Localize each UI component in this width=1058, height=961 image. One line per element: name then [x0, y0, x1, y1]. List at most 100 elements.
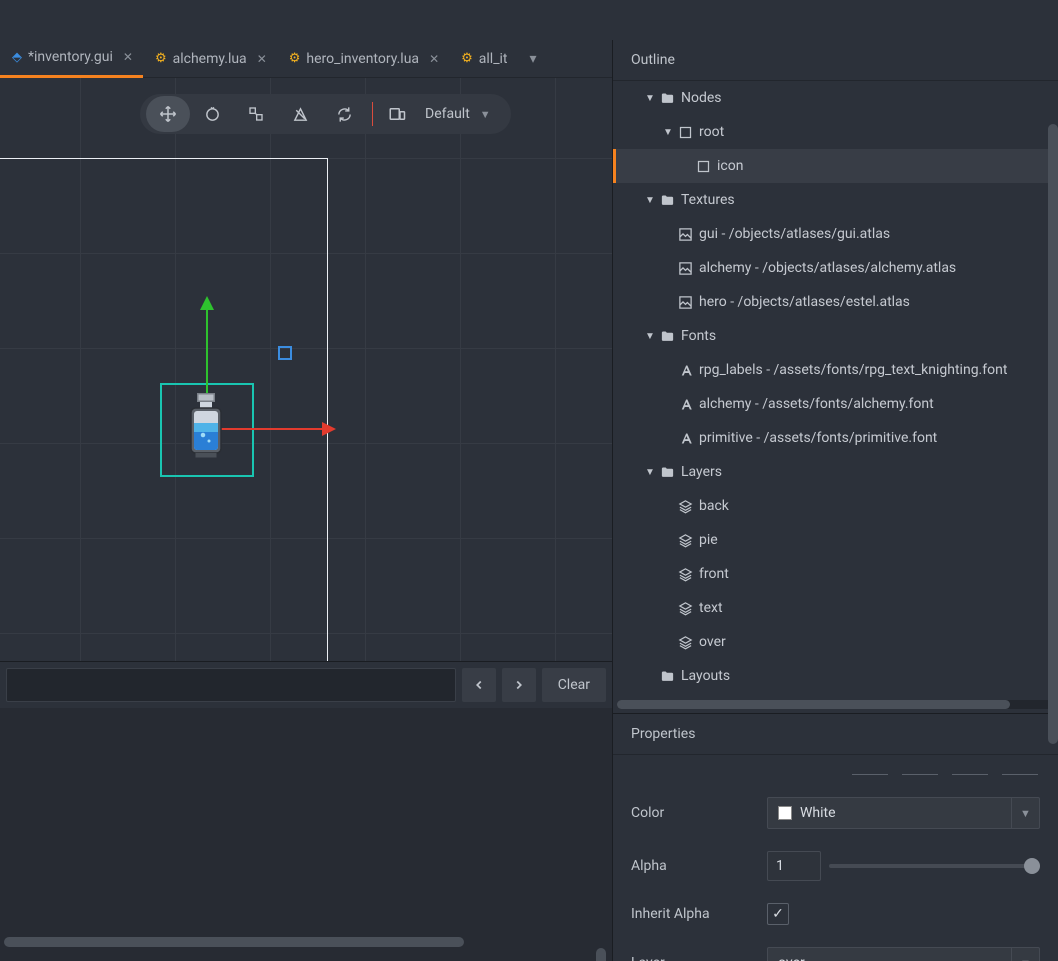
close-icon[interactable]: ✕ — [123, 50, 133, 64]
layer-select[interactable]: over ▼ — [767, 947, 1040, 961]
alpha-input[interactable]: 1 — [767, 851, 821, 881]
console-clear-button[interactable]: Clear — [542, 668, 606, 702]
close-icon[interactable]: ✕ — [429, 52, 439, 66]
tree-label: icon — [717, 158, 743, 174]
tool-scale[interactable] — [234, 96, 278, 132]
tab-all-it[interactable]: ⚙ all_it — [449, 40, 517, 78]
tool-refresh[interactable] — [322, 96, 366, 132]
tree-row-over[interactable]: over — [613, 625, 1058, 659]
expand-icon[interactable]: ▼ — [643, 195, 657, 206]
chevron-down-icon: ▼ — [1011, 798, 1039, 828]
editor-tabs: ⬘ *inventory.gui ✕ ⚙ alchemy.lua ✕ ⚙ her… — [0, 40, 612, 78]
tree-label: Layouts — [681, 668, 730, 684]
font-icon — [675, 431, 695, 446]
color-swatch — [778, 806, 792, 820]
layout-label: Default — [425, 106, 470, 122]
tree-label: front — [699, 566, 729, 582]
tree-row-textures[interactable]: ▼ Textures — [613, 183, 1058, 217]
image-icon — [675, 295, 695, 310]
tool-move[interactable] — [146, 96, 190, 132]
tab-alchemy-lua[interactable]: ⚙ alchemy.lua ✕ — [143, 40, 277, 78]
console-prev-button[interactable] — [462, 668, 496, 702]
tree-row-pie[interactable]: pie — [613, 523, 1058, 557]
color-label: Color — [631, 805, 767, 821]
cube-icon: ⬘ — [12, 50, 22, 65]
tree-label: back — [699, 498, 729, 514]
tree-label: hero - /objects/atlases/estel.atlas — [699, 294, 910, 310]
chevron-down-icon: ▼ — [1011, 948, 1039, 961]
console-input[interactable] — [6, 668, 456, 702]
tree-row-hero[interactable]: hero - /objects/atlases/estel.atlas — [613, 285, 1058, 319]
font-icon — [675, 363, 695, 378]
color-select[interactable]: White ▼ — [767, 797, 1040, 829]
tree-row-layouts[interactable]: Layouts — [613, 659, 1058, 693]
close-icon[interactable]: ✕ — [257, 52, 267, 66]
alpha-slider[interactable] — [829, 864, 1040, 868]
folder-icon — [657, 91, 677, 106]
tree-label: root — [699, 124, 724, 140]
folder-icon — [657, 465, 677, 480]
scrollbar-horizontal[interactable] — [4, 937, 464, 947]
expand-icon[interactable]: ▼ — [643, 467, 657, 478]
tree-row-gui[interactable]: gui - /objects/atlases/gui.atlas — [613, 217, 1058, 251]
folder-icon — [657, 193, 677, 208]
tab-hero-inventory-lua[interactable]: ⚙ hero_inventory.lua ✕ — [277, 40, 449, 78]
gear-icon: ⚙ — [155, 51, 167, 66]
tree-row-alchemy[interactable]: alchemy - /objects/atlases/alchemy.atlas — [613, 251, 1058, 285]
tree-label: gui - /objects/atlases/gui.atlas — [699, 226, 890, 242]
tree-label: Textures — [681, 192, 735, 208]
tab-inventory-gui[interactable]: ⬘ *inventory.gui ✕ — [0, 40, 143, 78]
folder-icon — [657, 669, 677, 684]
inherit-alpha-checkbox[interactable]: ✓ — [767, 903, 789, 925]
scene-viewport[interactable]: Default ▼ — [0, 78, 612, 661]
tree-label: alchemy - /assets/fonts/alchemy.font — [699, 396, 934, 412]
tree-label: over — [699, 634, 726, 650]
tree-label: Nodes — [681, 90, 722, 106]
expand-icon[interactable]: ▼ — [661, 127, 675, 138]
tree-row-fonts[interactable]: ▼Fonts — [613, 319, 1058, 353]
toolbar-divider — [372, 102, 373, 126]
tab-label: alchemy.lua — [173, 51, 247, 67]
image-icon — [675, 227, 695, 242]
tree-label: pie — [699, 532, 718, 548]
box-icon — [693, 159, 713, 174]
chevron-down-icon: ▼ — [480, 108, 491, 121]
layout-select[interactable]: Default ▼ — [415, 106, 505, 122]
tab-label: all_it — [479, 51, 508, 67]
layer-icon — [675, 533, 695, 548]
tool-rotate[interactable] — [190, 96, 234, 132]
tree-row-root[interactable]: ▼ root — [613, 115, 1058, 149]
tree-row-front[interactable]: front — [613, 557, 1058, 591]
tool-device[interactable] — [379, 96, 415, 132]
scene-toolbar: Default ▼ — [140, 94, 511, 134]
tree-row-icon[interactable]: icon — [613, 149, 1058, 183]
title-bar — [0, 0, 1058, 40]
tree-row-primitive[interactable]: primitive - /assets/fonts/primitive.font — [613, 421, 1058, 455]
expand-icon[interactable]: ▼ — [643, 331, 657, 342]
console-next-button[interactable] — [502, 668, 536, 702]
expand-icon[interactable]: ▼ — [643, 93, 657, 104]
gear-icon: ⚙ — [289, 51, 301, 66]
scrollbar-vertical[interactable] — [596, 948, 606, 961]
scrollbar-vertical[interactable] — [1048, 124, 1058, 744]
tree-row-alchemy[interactable]: alchemy - /assets/fonts/alchemy.font — [613, 387, 1058, 421]
scene-canvas[interactable] — [0, 78, 612, 661]
tree-row-text[interactable]: text — [613, 591, 1058, 625]
gear-icon: ⚙ — [461, 51, 473, 66]
outline-title: Outline — [613, 40, 1058, 81]
folder-icon — [657, 329, 677, 344]
slider-thumb[interactable] — [1024, 858, 1040, 874]
tabs-dropdown[interactable]: ▾ — [518, 51, 549, 67]
transform-handle[interactable] — [278, 346, 292, 360]
tree-row-rpglabels[interactable]: rpg_labels - /assets/fonts/rpg_text_knig… — [613, 353, 1058, 387]
tab-label: hero_inventory.lua — [306, 51, 419, 67]
box-icon — [675, 125, 695, 140]
tree-row-nodes[interactable]: ▼ Nodes — [613, 81, 1058, 115]
tree-row-layers[interactable]: ▼Layers — [613, 455, 1058, 489]
layer-icon — [675, 567, 695, 582]
potion-sprite[interactable] — [182, 390, 230, 462]
tree-row-back[interactable]: back — [613, 489, 1058, 523]
tool-visibility[interactable] — [278, 96, 322, 132]
outline-tree[interactable]: ▼ Nodes ▼ root icon ▼ Textures gui - /objects/a… — [613, 81, 1058, 713]
scrollbar-horizontal[interactable] — [617, 700, 1054, 709]
